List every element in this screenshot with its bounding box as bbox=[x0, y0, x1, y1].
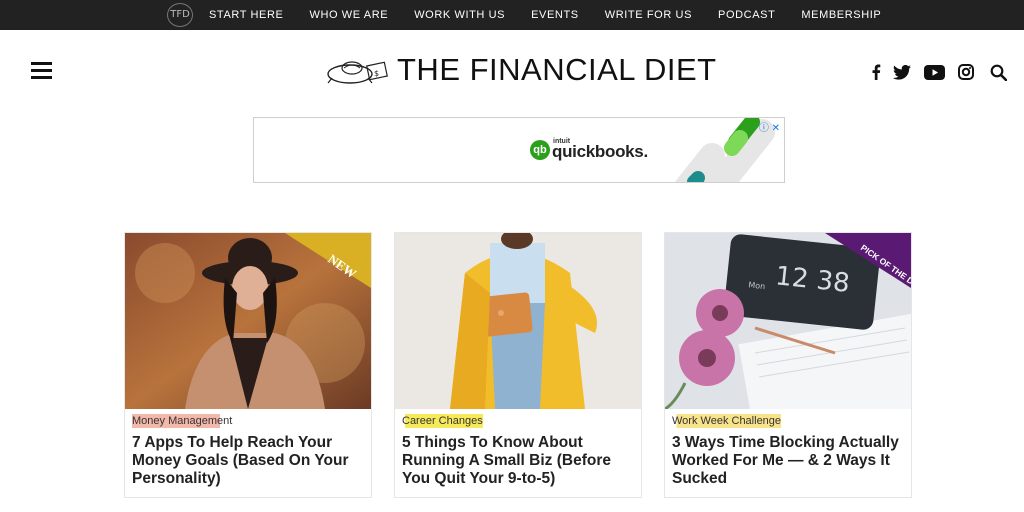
article-image-1[interactable]: NEW bbox=[125, 233, 371, 409]
search-wrap bbox=[988, 62, 1008, 82]
article-card-1[interactable]: NEW Money Management 7 Apps To Help Reac… bbox=[124, 232, 372, 498]
nav-start-here[interactable]: START HERE bbox=[209, 9, 283, 21]
ad-brand-name: quickbooks. bbox=[552, 142, 648, 161]
nav-write-for-us[interactable]: WRITE FOR US bbox=[605, 9, 692, 21]
article-card-2[interactable]: Career Changes 5 Things To Know About Ru… bbox=[394, 232, 642, 498]
menu-icon[interactable] bbox=[31, 62, 52, 80]
top-nav: START HERE WHO WE ARE WORK WITH US EVENT… bbox=[209, 0, 907, 30]
facebook-icon[interactable] bbox=[866, 62, 886, 82]
article-title-2[interactable]: 5 Things To Know About Running A Small B… bbox=[402, 434, 638, 488]
article-image-2[interactable] bbox=[395, 233, 641, 409]
nav-events[interactable]: EVENTS bbox=[531, 9, 579, 21]
nav-membership[interactable]: MEMBERSHIP bbox=[801, 9, 881, 21]
logo-piggy-icon[interactable]: $ bbox=[324, 56, 390, 88]
article-card-3[interactable]: 12 38 Mon PICK OF THE DAY Work Week Chal… bbox=[664, 232, 912, 498]
youtube-wrap bbox=[923, 62, 945, 82]
youtube-icon[interactable] bbox=[923, 62, 945, 82]
article-category-2[interactable]: Career Changes bbox=[402, 414, 483, 428]
tfd-badge-logo[interactable]: TFD bbox=[167, 3, 193, 27]
quickbooks-ad-banner[interactable]: qb intuit quickbooks. ⓘ ✕ bbox=[253, 117, 785, 183]
article-category-3[interactable]: Work Week Challenge bbox=[672, 414, 782, 428]
site-logo-text[interactable]: THE FINANCIAL DIET bbox=[397, 52, 717, 88]
nav-who-we-are[interactable]: WHO WE ARE bbox=[309, 9, 388, 21]
quickbooks-logo-icon: qb bbox=[530, 140, 550, 160]
svg-text:$: $ bbox=[374, 69, 379, 78]
search-icon[interactable] bbox=[988, 62, 1008, 82]
twitter-wrap bbox=[892, 62, 912, 82]
article-image-3[interactable]: 12 38 Mon PICK OF THE DAY bbox=[665, 233, 911, 409]
article-title-3[interactable]: 3 Ways Time Blocking Actually Worked For… bbox=[672, 434, 908, 488]
twitter-icon[interactable] bbox=[892, 62, 912, 82]
ad-choices-icon[interactable]: ⓘ ✕ bbox=[759, 119, 780, 134]
nav-podcast[interactable]: PODCAST bbox=[718, 9, 775, 21]
social-icons bbox=[866, 62, 886, 82]
article-title-1[interactable]: 7 Apps To Help Reach Your Money Goals (B… bbox=[132, 434, 368, 488]
nav-work-with-us[interactable]: WORK WITH US bbox=[414, 9, 505, 21]
instagram-wrap bbox=[956, 62, 976, 82]
top-nav-bar: TFD START HERE WHO WE ARE WORK WITH US E… bbox=[0, 0, 1024, 30]
article-category-1[interactable]: Money Management bbox=[132, 414, 233, 428]
clock-day: Mon bbox=[748, 280, 766, 291]
instagram-icon[interactable] bbox=[956, 62, 976, 82]
